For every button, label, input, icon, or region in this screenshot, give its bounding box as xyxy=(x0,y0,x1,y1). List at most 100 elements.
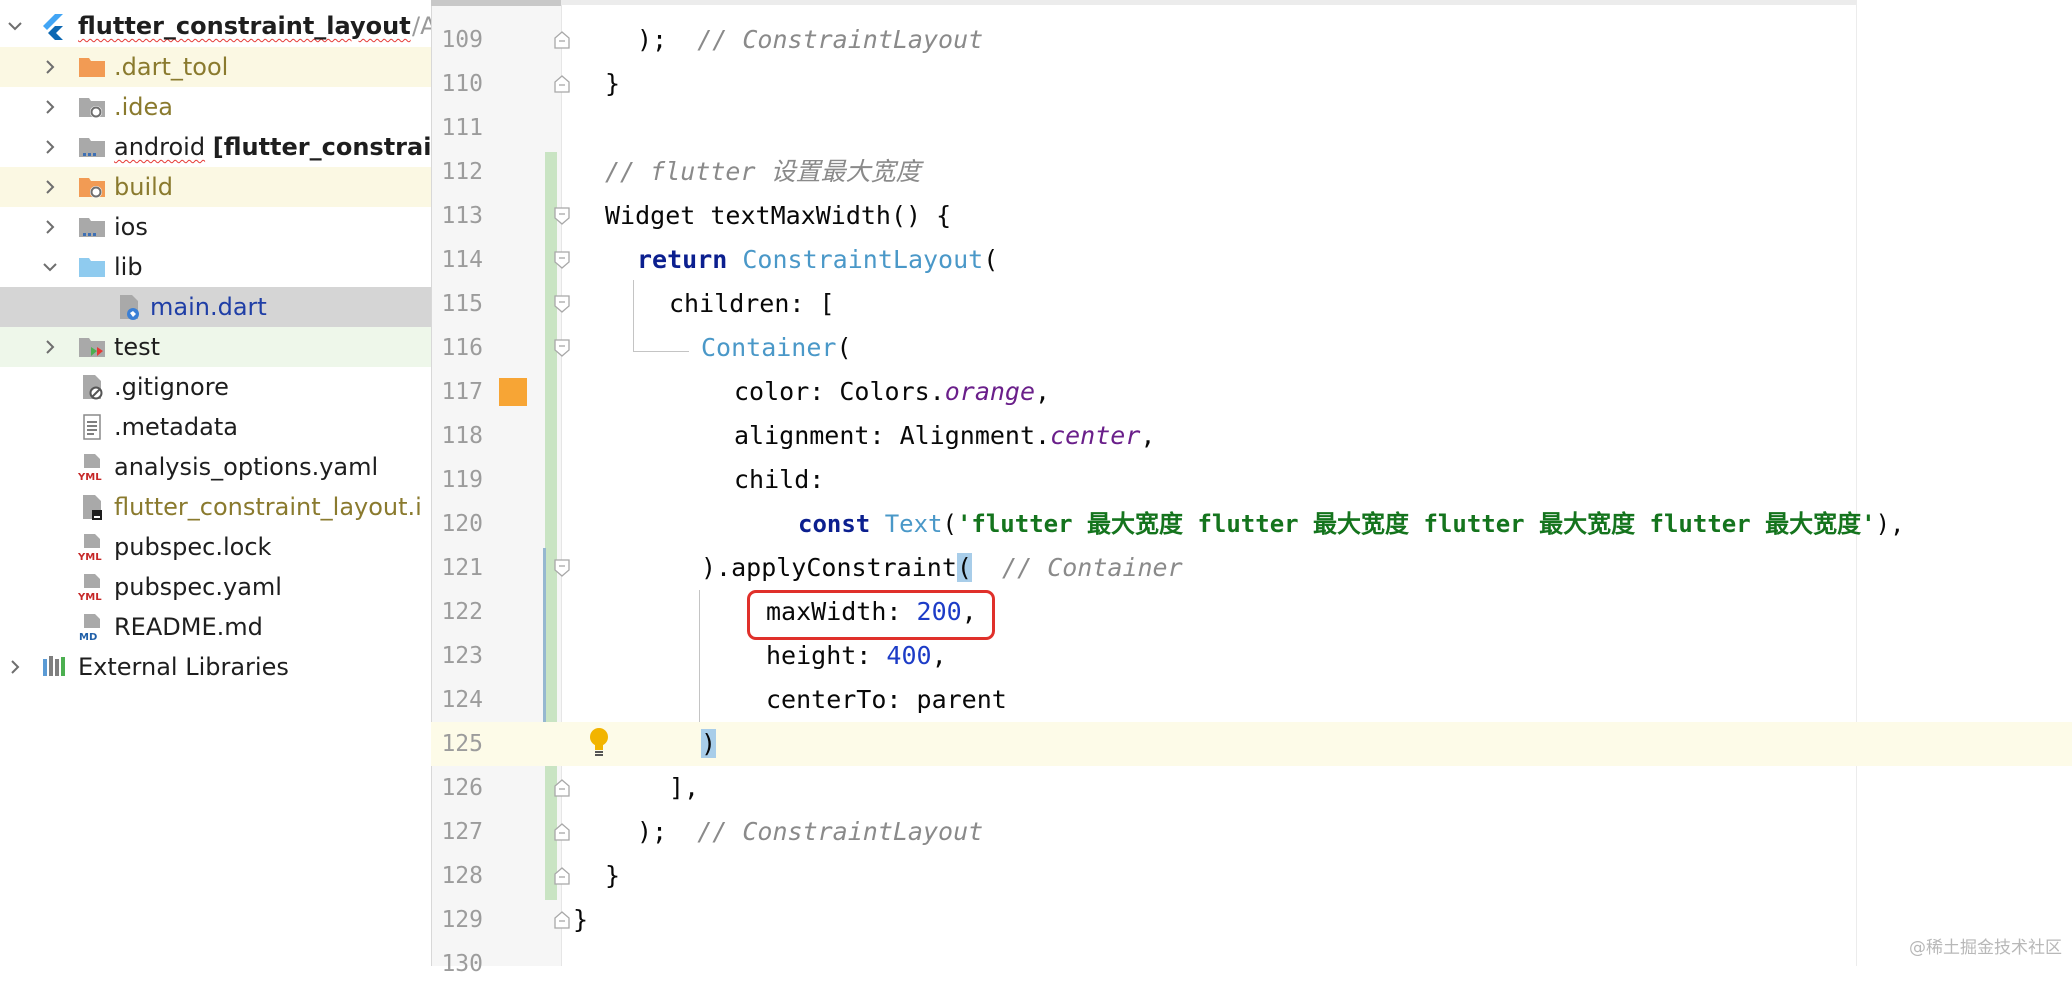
fold-start-icon[interactable] xyxy=(554,207,570,225)
code-line-122[interactable]: 122 maxWidth: 200, xyxy=(431,590,2072,634)
fold-end-icon[interactable] xyxy=(554,867,570,885)
code-type: ConstraintLayout xyxy=(742,245,984,274)
tree-item-dart-tool[interactable]: .dart_tool xyxy=(0,47,431,87)
tree-item-lib[interactable]: lib xyxy=(0,247,431,287)
line-number: 128 xyxy=(441,863,483,889)
tree-root-row[interactable]: flutter_constraint_layout /A xyxy=(0,6,431,46)
fold-end-icon[interactable] xyxy=(554,911,570,929)
tree-item-label: ios xyxy=(114,213,148,241)
code-type: Container xyxy=(701,333,837,362)
code-text: Widget textMaxWidth() { xyxy=(605,201,952,230)
code-line-127[interactable]: 127 ); // ConstraintLayout xyxy=(431,810,2072,854)
code-line-109[interactable]: 109 ); // ConstraintLayout xyxy=(431,18,2072,62)
fold-end-icon[interactable] xyxy=(554,31,570,49)
fold-start-icon[interactable] xyxy=(554,559,570,577)
code-line-130[interactable]: 130 xyxy=(431,942,2072,986)
tree-item-gitignore[interactable]: .gitignore xyxy=(0,367,431,407)
code-text: child: xyxy=(734,465,825,494)
code-editor[interactable]: 109 ); // ConstraintLayout 110 } 111 112… xyxy=(431,0,2072,977)
fold-start-icon[interactable] xyxy=(554,295,570,313)
tree-item-build[interactable]: build xyxy=(0,167,431,207)
code-text: ).applyConstraint( // Container xyxy=(701,546,1183,590)
tree-item-external-libraries[interactable]: External Libraries xyxy=(0,647,431,687)
chevron-right-icon[interactable] xyxy=(39,216,61,238)
line-number: 118 xyxy=(441,423,483,449)
svg-text:YML: YML xyxy=(77,552,102,562)
code-line-118[interactable]: 118 alignment: Alignment.center, xyxy=(431,414,2072,458)
fold-end-icon[interactable] xyxy=(554,823,570,841)
tree-item-label: External Libraries xyxy=(78,653,289,681)
code-line-126[interactable]: 126 ], xyxy=(431,766,2072,810)
code-line-110[interactable]: 110 } xyxy=(431,62,2072,106)
code-token: ( xyxy=(942,510,957,538)
chevron-right-icon[interactable] xyxy=(39,56,61,78)
line-number: 112 xyxy=(441,159,483,185)
code-line-123[interactable]: 123 height: 400, xyxy=(431,634,2072,678)
code-token: color: Colors. xyxy=(734,377,945,406)
code-line-124[interactable]: 124 centerTo: parent xyxy=(431,678,2072,722)
color-preview-swatch[interactable] xyxy=(499,378,527,406)
tree-item-idea[interactable]: .idea xyxy=(0,87,431,127)
code-token: ); xyxy=(637,25,698,54)
watermark: @稀土掘金技术社区 xyxy=(1909,938,2062,958)
lightbulb-icon[interactable] xyxy=(587,726,611,760)
fold-end-icon[interactable] xyxy=(554,75,570,93)
chevron-right-icon[interactable] xyxy=(39,176,61,198)
chevron-right-icon[interactable] xyxy=(39,136,61,158)
module-folder-icon xyxy=(77,132,107,162)
code-text: alignment: Alignment.center, xyxy=(734,414,1155,458)
tree-item-label: android xyxy=(114,133,206,161)
svg-text:YML: YML xyxy=(77,592,102,602)
line-number: 115 xyxy=(441,291,483,317)
tree-item-test[interactable]: test xyxy=(0,327,431,367)
code-line-113[interactable]: 113 Widget textMaxWidth() { xyxy=(431,194,2072,238)
code-keyword: const xyxy=(798,510,871,538)
code-text: Container( xyxy=(701,326,852,370)
code-keyword: return xyxy=(637,245,728,274)
tree-item-label: pubspec.yaml xyxy=(114,573,282,601)
code-text: ); // ConstraintLayout xyxy=(637,18,983,62)
code-line-114[interactable]: 114 return ConstraintLayout( xyxy=(431,238,2072,282)
code-line-115[interactable]: 115 children: [ xyxy=(431,282,2072,326)
tree-item-readme[interactable]: MD README.md xyxy=(0,607,431,647)
code-line-120[interactable]: 120 const Text('flutter 最大宽度 flutter 最大宽… xyxy=(431,502,2072,546)
code-line-119[interactable]: 119 child: xyxy=(431,458,2072,502)
line-number: 119 xyxy=(441,467,483,493)
tree-item-label: .gitignore xyxy=(114,373,229,401)
line-number: 127 xyxy=(441,819,483,845)
line-number: 122 xyxy=(441,599,483,625)
tree-item-iml[interactable]: flutter_constraint_layout.i xyxy=(0,487,431,527)
code-line-116[interactable]: 116 Container( xyxy=(431,326,2072,370)
chevron-right-icon[interactable] xyxy=(4,656,26,678)
chevron-down-icon[interactable] xyxy=(39,256,61,278)
tree-item-analysis-options[interactable]: YML analysis_options.yaml xyxy=(0,447,431,487)
line-number: 129 xyxy=(441,907,483,933)
code-line-111[interactable]: 111 xyxy=(431,106,2072,150)
line-number: 130 xyxy=(441,951,483,977)
tree-item-ios[interactable]: ios xyxy=(0,207,431,247)
chevron-right-icon[interactable] xyxy=(39,96,61,118)
fold-end-icon[interactable] xyxy=(554,779,570,797)
code-line-121[interactable]: 121 ).applyConstraint( // Container xyxy=(431,546,2072,590)
tree-item-label: .idea xyxy=(114,93,174,121)
code-line-129[interactable]: 129 } xyxy=(431,898,2072,942)
fold-start-icon[interactable] xyxy=(554,339,570,357)
code-line-125[interactable]: 125 ) xyxy=(431,722,2072,766)
code-line-128[interactable]: 128 } xyxy=(431,854,2072,898)
code-token: ), xyxy=(1875,510,1905,538)
code-text: return ConstraintLayout( xyxy=(637,238,998,282)
chevron-right-icon[interactable] xyxy=(39,336,61,358)
tree-item-label: main.dart xyxy=(150,293,267,321)
tree-item-main-dart[interactable]: main.dart xyxy=(0,287,431,327)
code-text: centerTo: parent xyxy=(766,685,1007,714)
code-line-112[interactable]: 112 // flutter 设置最大宽度 xyxy=(431,150,2072,194)
tree-item-pubspec-lock[interactable]: YML pubspec.lock xyxy=(0,527,431,567)
settings-folder-icon xyxy=(77,92,107,122)
fold-start-icon[interactable] xyxy=(554,251,570,269)
tree-item-pubspec-yaml[interactable]: YML pubspec.yaml xyxy=(0,567,431,607)
line-number: 109 xyxy=(441,27,483,53)
chevron-down-icon[interactable] xyxy=(4,15,26,37)
code-line-117[interactable]: 117 color: Colors.orange, xyxy=(431,370,2072,414)
tree-item-android[interactable]: android [flutter_constrain xyxy=(0,127,431,167)
tree-item-metadata[interactable]: .metadata xyxy=(0,407,431,447)
